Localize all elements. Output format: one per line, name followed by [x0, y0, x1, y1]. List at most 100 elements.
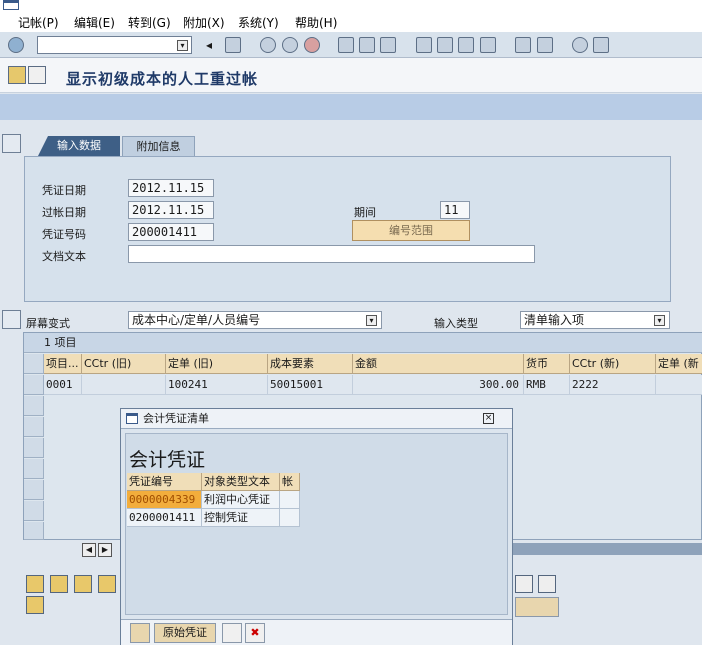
- doc-date-label: 凭证日期: [42, 184, 86, 197]
- doc-text-field[interactable]: [128, 245, 535, 263]
- sum-icon[interactable]: [26, 596, 44, 614]
- col-ledger[interactable]: 帐: [280, 473, 300, 491]
- dropdown-icon[interactable]: ▾: [366, 315, 377, 326]
- row-selector[interactable]: [24, 417, 44, 437]
- menu-bar: 记帐(P) 编辑(E) 转到(G) 附加(X) 系统(Y) 帮助(H): [0, 0, 702, 32]
- document-overview-icon[interactable]: [8, 66, 26, 84]
- doc-date-field[interactable]: 2012.11.15: [128, 179, 214, 197]
- delete-row-icon[interactable]: [74, 575, 92, 593]
- next-page-icon[interactable]: [458, 37, 474, 53]
- cancel-icon[interactable]: [304, 37, 320, 53]
- col-order-new[interactable]: 定单 (新: [656, 354, 702, 374]
- cancel-icon[interactable]: ✖: [245, 623, 265, 643]
- col-amount[interactable]: 金额: [353, 354, 524, 374]
- object-type-cell[interactable]: 利润中心凭证: [202, 491, 280, 509]
- col-currency[interactable]: 货币: [524, 354, 570, 374]
- cell-cctr-new[interactable]: 2222: [570, 375, 656, 395]
- action-button[interactable]: [515, 597, 559, 617]
- ledger-cell[interactable]: [280, 509, 300, 527]
- print-icon[interactable]: [222, 623, 242, 643]
- new-session-icon[interactable]: [515, 37, 531, 53]
- tab-additional-info[interactable]: 附加信息: [122, 136, 195, 156]
- dropdown-icon[interactable]: ▾: [177, 40, 188, 51]
- period-label: 期间: [354, 206, 376, 219]
- cell-order-old[interactable]: 100241: [166, 375, 268, 395]
- search-icon[interactable]: [130, 623, 150, 643]
- col-item[interactable]: 项目...: [44, 354, 82, 374]
- insert-row-icon[interactable]: [50, 575, 68, 593]
- menu-help[interactable]: 帮助(H): [295, 14, 337, 31]
- cell-currency[interactable]: RMB: [524, 375, 570, 395]
- horizontal-scrollbar[interactable]: [513, 543, 702, 555]
- scroll-right-icon[interactable]: ▶: [98, 543, 112, 557]
- posting-date-field[interactable]: 2012.11.15: [128, 201, 214, 219]
- menu-posting[interactable]: 记帐(P): [18, 14, 59, 31]
- doc-number-field[interactable]: 200001411: [128, 223, 214, 241]
- posting-date-label: 过帐日期: [42, 206, 86, 219]
- col-cctr-new[interactable]: CCtr (新): [570, 354, 656, 374]
- col-cctr-old[interactable]: CCtr (旧): [82, 354, 166, 374]
- first-page-icon[interactable]: [416, 37, 432, 53]
- help-icon[interactable]: [572, 37, 588, 53]
- save-icon[interactable]: [225, 37, 241, 53]
- row-selector[interactable]: [24, 480, 44, 500]
- doc-number-cell[interactable]: 0200001411: [127, 509, 202, 527]
- menu-system[interactable]: 系统(Y): [238, 14, 279, 31]
- details-icon[interactable]: [26, 575, 44, 593]
- menu-extras[interactable]: 附加(X): [183, 14, 225, 31]
- row-selector[interactable]: [24, 522, 44, 540]
- arrow-left-icon[interactable]: ◂: [206, 37, 222, 53]
- row-selector[interactable]: [24, 396, 44, 416]
- row-selector[interactable]: [24, 438, 44, 458]
- find-icon[interactable]: [359, 37, 375, 53]
- cell-amount[interactable]: 300.00: [353, 375, 524, 395]
- scroll-left-icon[interactable]: ◀: [82, 543, 96, 557]
- col-order-old[interactable]: 定单 (旧): [166, 354, 268, 374]
- expand-items-icon[interactable]: [2, 310, 21, 329]
- cell-cctr-old[interactable]: [82, 375, 166, 395]
- grid-title: 1 项目: [24, 333, 702, 353]
- document-icon[interactable]: [538, 575, 556, 593]
- cell-order-new[interactable]: [656, 375, 702, 395]
- screen-variant-select[interactable]: 成本中心/定单/人员编号 ▾: [128, 311, 382, 329]
- select-all-cell[interactable]: [24, 354, 44, 374]
- row-selector[interactable]: [24, 501, 44, 521]
- layout-menu-icon[interactable]: [593, 37, 609, 53]
- col-object-type-text[interactable]: 对象类型文本: [202, 473, 280, 491]
- menu-goto[interactable]: 转到(G): [128, 14, 171, 31]
- shortcut-icon[interactable]: [537, 37, 553, 53]
- previous-page-icon[interactable]: [437, 37, 453, 53]
- screen-variant-label: 屏幕变式: [26, 317, 70, 330]
- number-range-button[interactable]: 编号范围: [352, 220, 470, 241]
- original-document-button[interactable]: 原始凭证: [154, 623, 216, 643]
- find-next-icon[interactable]: [380, 37, 396, 53]
- enter-icon[interactable]: [8, 37, 24, 53]
- command-field[interactable]: ▾: [37, 36, 192, 54]
- collapse-header-icon[interactable]: [2, 134, 21, 153]
- col-cost-element[interactable]: 成本要素: [268, 354, 353, 374]
- period-field[interactable]: 11: [440, 201, 470, 219]
- ledger-cell[interactable]: [280, 491, 300, 509]
- cell-item[interactable]: 0001: [44, 375, 82, 395]
- dropdown-icon[interactable]: ▾: [654, 315, 665, 326]
- menu-edit[interactable]: 编辑(E): [74, 14, 115, 31]
- sap-window-icon[interactable]: [3, 0, 19, 10]
- document-list-dialog: 会计凭证清单 × 会计凭证 凭证编号 对象类型文本 帐 0000004339 利…: [120, 408, 513, 645]
- object-type-cell[interactable]: 控制凭证: [202, 509, 280, 527]
- row-selector[interactable]: [24, 375, 44, 395]
- cell-cost-element[interactable]: 50015001: [268, 375, 353, 395]
- last-page-icon[interactable]: [480, 37, 496, 53]
- input-type-select[interactable]: 清单输入项 ▾: [520, 311, 670, 329]
- col-document-number[interactable]: 凭证编号: [127, 473, 202, 491]
- row-selector[interactable]: [24, 459, 44, 479]
- display-icon[interactable]: [28, 66, 46, 84]
- print-icon[interactable]: [338, 37, 354, 53]
- close-icon[interactable]: ×: [483, 413, 494, 424]
- tab-input-data[interactable]: 输入数据: [38, 136, 120, 156]
- doc-number-cell[interactable]: 0000004339: [127, 491, 202, 509]
- copy-row-icon[interactable]: [98, 575, 116, 593]
- back-icon[interactable]: [260, 37, 276, 53]
- pencil-icon[interactable]: [515, 575, 533, 593]
- exit-icon[interactable]: [282, 37, 298, 53]
- title-bar: 显示初级成本的人工重过帐: [0, 58, 702, 93]
